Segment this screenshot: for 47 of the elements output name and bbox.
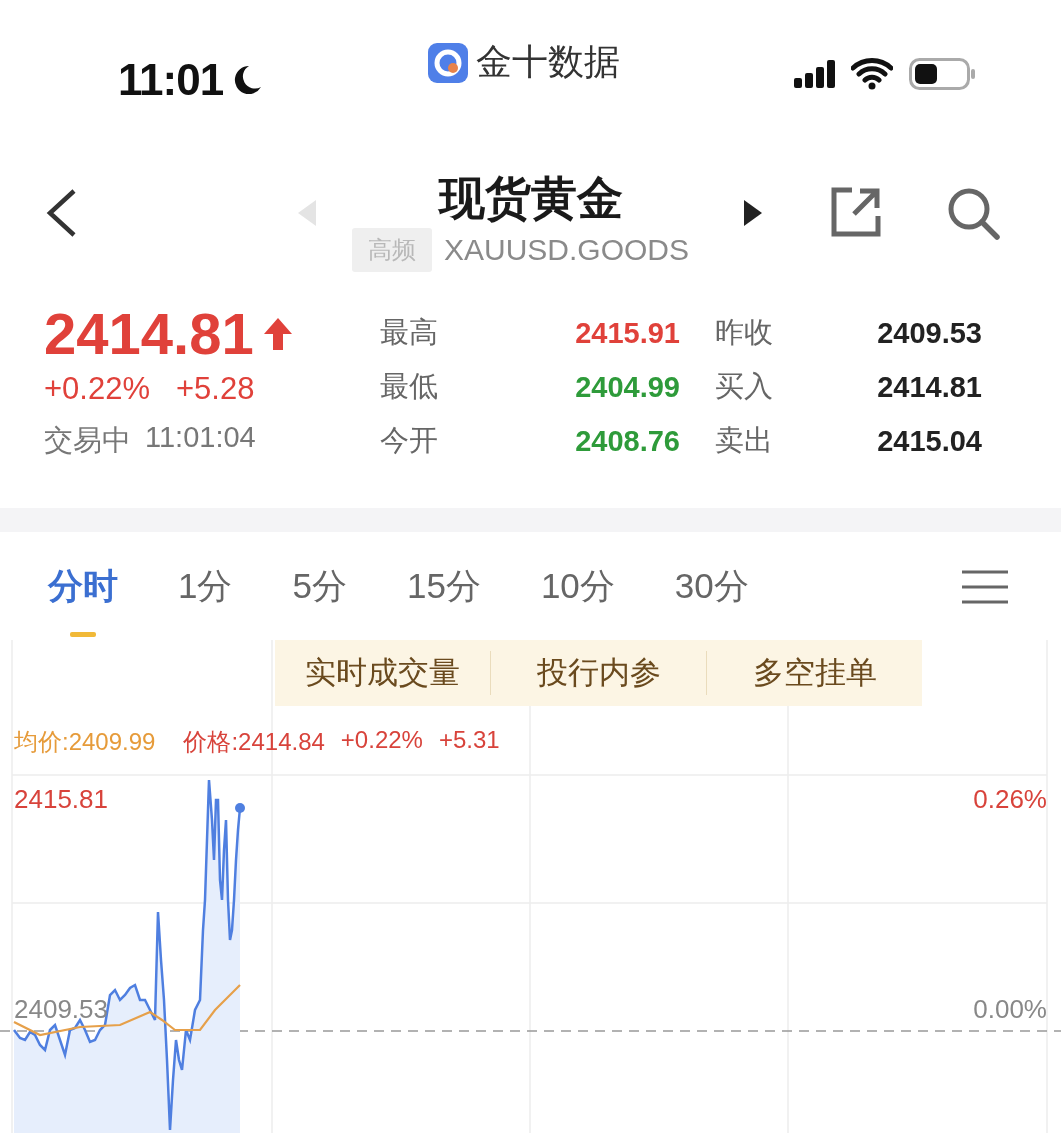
popup-menu-item[interactable]: 实时成交量 xyxy=(275,651,490,695)
change-percent: +0.22% xyxy=(44,371,150,407)
legend-change-percent: +0.22% xyxy=(340,726,423,755)
stat-value: 2415.91 xyxy=(574,316,680,350)
price-label: 价格:2414.84 xyxy=(183,727,325,757)
stat-label: 卖出 xyxy=(714,423,774,458)
axis-price-label: 2415.81 xyxy=(14,784,108,815)
instrument-title: 现货黄金 xyxy=(438,172,623,224)
current-price: 2414.81 xyxy=(44,300,254,367)
axis-percent-label: 0.00% xyxy=(973,994,1047,1025)
search-icon[interactable] xyxy=(946,186,1000,240)
period-tab[interactable]: 30分 xyxy=(674,535,749,637)
stat-label: 昨收 xyxy=(714,315,774,350)
period-tab[interactable]: 10分 xyxy=(540,535,615,637)
signal-icon xyxy=(794,60,835,88)
stat-label: 最低 xyxy=(380,369,439,404)
battery-icon xyxy=(909,58,975,90)
stat-value: 2414.81 xyxy=(876,370,982,404)
stat-value: 2409.53 xyxy=(876,316,982,350)
wifi-icon xyxy=(851,58,893,90)
share-icon[interactable] xyxy=(830,186,882,238)
stat-label: 买入 xyxy=(714,369,774,404)
trading-status: 交易中 xyxy=(44,423,131,458)
stat-value: 2415.04 xyxy=(876,424,982,458)
app-name: 金十数据 xyxy=(476,40,620,84)
popup-menu-item[interactable]: 多空挂单 xyxy=(706,651,922,695)
app-icon xyxy=(428,42,468,83)
stat-value: 2408.76 xyxy=(574,424,680,458)
axis-percent-label: 0.26% xyxy=(973,784,1047,815)
period-tab[interactable]: 1分 xyxy=(178,535,233,637)
clock-time: 11:01 xyxy=(118,55,224,105)
symbol-code: XAUUSD.GOODS xyxy=(444,233,690,267)
popup-menu-item[interactable]: 投行内参 xyxy=(490,651,706,695)
stat-label: 今开 xyxy=(380,423,439,458)
period-tab[interactable]: 分时 xyxy=(48,535,118,637)
stat-label: 最高 xyxy=(380,315,439,350)
axis-price-label: 2409.53 xyxy=(14,994,108,1025)
legend-change-value: +5.31 xyxy=(438,726,500,755)
quote-time: 11:01:04 xyxy=(145,421,256,455)
change-value: +5.28 xyxy=(176,371,255,407)
back-icon[interactable] xyxy=(44,188,78,238)
next-arrow-icon[interactable] xyxy=(744,200,762,226)
menu-icon[interactable] xyxy=(962,570,1008,604)
stat-value: 2404.99 xyxy=(574,370,680,404)
period-tab[interactable]: 5分 xyxy=(292,535,347,637)
period-tab[interactable]: 15分 xyxy=(406,535,481,637)
average-price-label: 均价:2409.99 xyxy=(14,727,156,757)
